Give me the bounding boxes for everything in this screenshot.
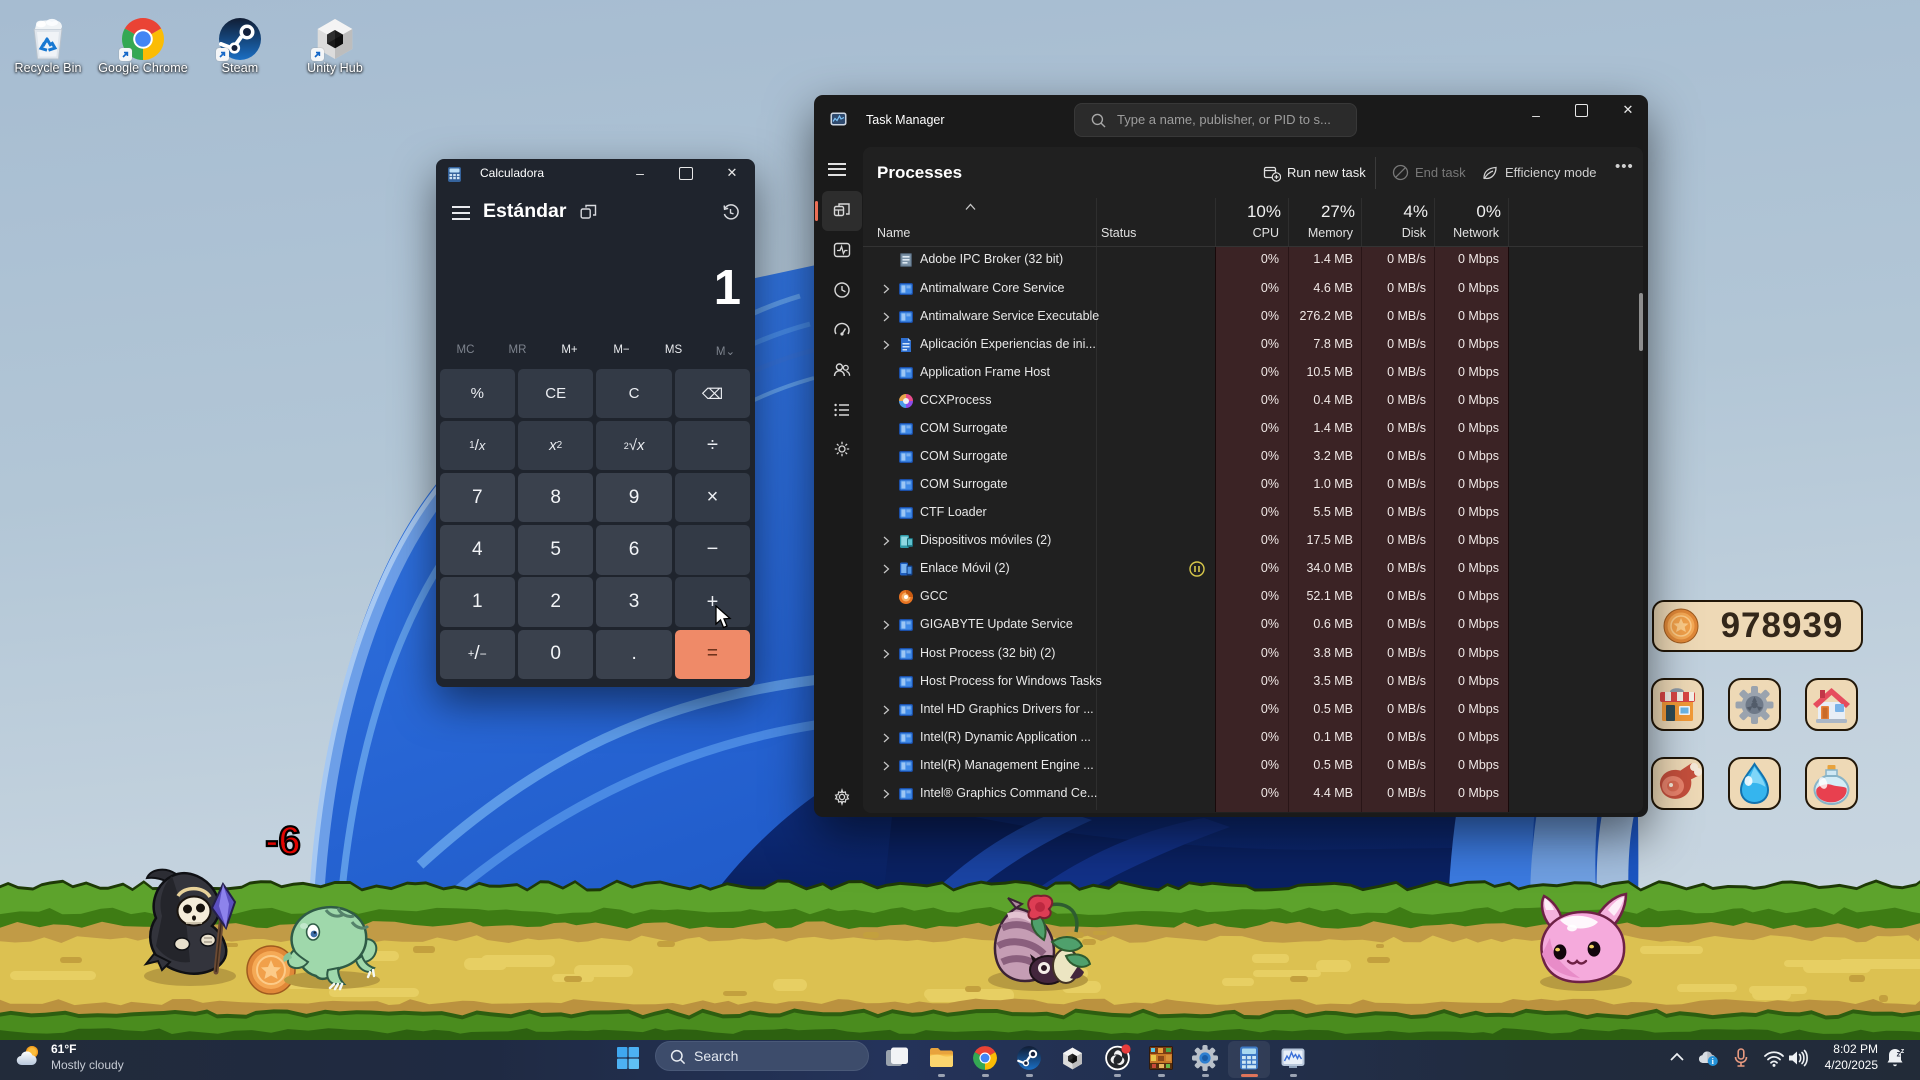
svg-text:-6: -6 (265, 819, 301, 863)
svg-text:z: z (1901, 1048, 1905, 1055)
